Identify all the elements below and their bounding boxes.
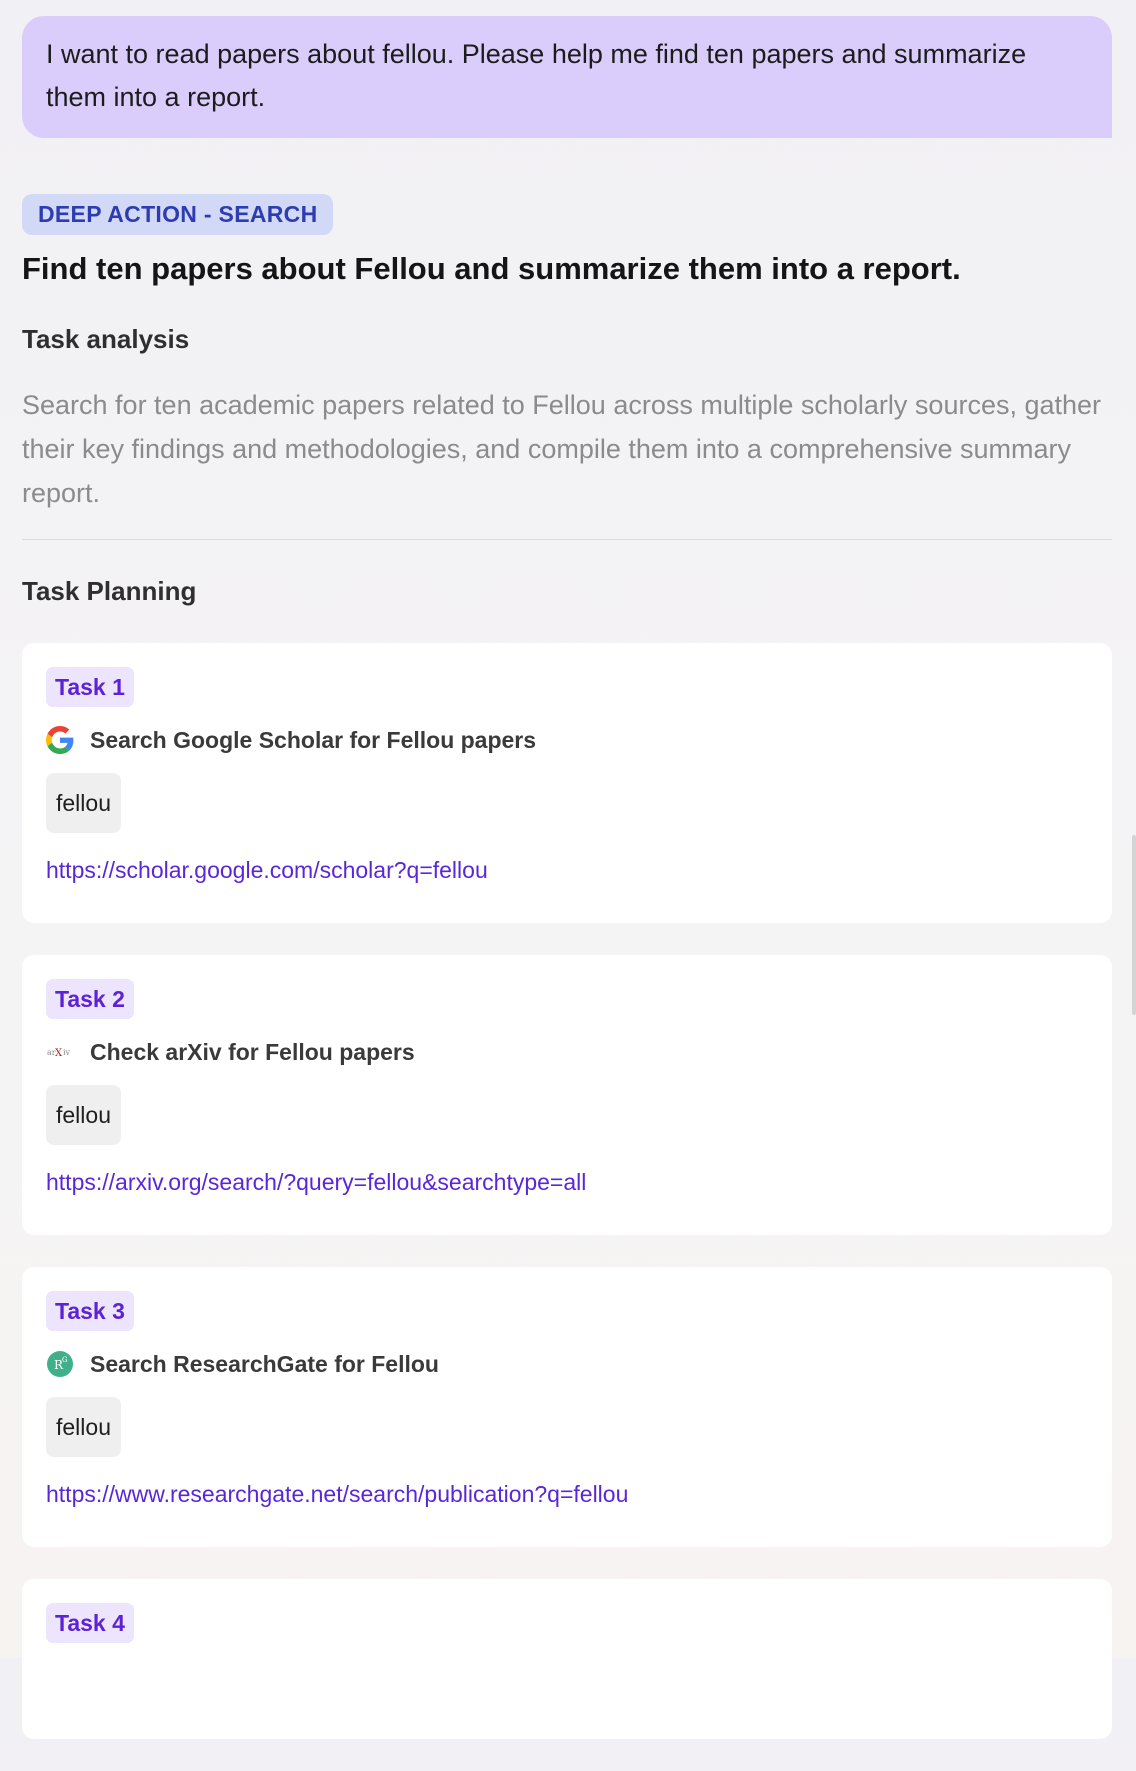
task-url-link[interactable]: https://www.researchgate.net/search/publ… [46, 1479, 1088, 1509]
task-header: R G Search ResearchGate for Fellou [46, 1347, 1088, 1381]
google-icon [46, 726, 74, 754]
query-chip: fellou [46, 1397, 121, 1457]
task-card-4[interactable]: Task 4 [22, 1579, 1112, 1739]
task-card-1[interactable]: Task 1 Search Google Scholar for Fellou … [22, 643, 1112, 923]
task-analysis-text: Search for ten academic papers related t… [22, 390, 1102, 508]
task-badge: Task 2 [46, 979, 134, 1019]
scrollbar-thumb[interactable] [1132, 835, 1136, 1015]
chat-container: I want to read papers about fellou. Plea… [22, 16, 1112, 1771]
user-message-bubble: I want to read papers about fellou. Plea… [22, 16, 1112, 138]
task-name: Search ResearchGate for Fellou [90, 1350, 439, 1377]
svg-text:G: G [62, 1356, 68, 1364]
svg-text:iv: iv [63, 1048, 71, 1057]
task-name: Check arXiv for Fellou papers [90, 1038, 415, 1065]
task-badge: Task 3 [46, 1291, 134, 1331]
arxiv-icon: ar X iv [46, 1038, 74, 1066]
query-chip: fellou [46, 773, 121, 833]
task-list: Task 1 Search Google Scholar for Fellou … [22, 643, 1112, 1739]
task-badge: Task 4 [46, 1603, 134, 1643]
divider [22, 539, 1112, 540]
svg-text:X: X [55, 1048, 63, 1059]
deep-action-title: Find ten papers about Fellou and summari… [22, 251, 961, 286]
researchgate-icon: R G [46, 1350, 74, 1378]
task-analysis-heading: Task analysis [22, 324, 190, 354]
deep-action-badge: DEEP ACTION - SEARCH [22, 194, 334, 235]
task-badge: Task 1 [46, 667, 134, 707]
task-planning-heading: Task Planning [22, 576, 197, 606]
query-chip: fellou [46, 1085, 121, 1145]
task-card-3[interactable]: Task 3 R G Search ResearchGate for Fello… [22, 1267, 1112, 1547]
task-url-link[interactable]: https://scholar.google.com/scholar?q=fel… [46, 855, 1088, 885]
task-header: Search Google Scholar for Fellou papers [46, 723, 1088, 757]
task-name: Search Google Scholar for Fellou papers [90, 726, 537, 753]
task-header: ar X iv Check arXiv for Fellou papers [46, 1035, 1088, 1069]
task-card-2[interactable]: Task 2 ar X iv Check arXiv for Fellou pa… [22, 955, 1112, 1235]
task-url-link[interactable]: https://arxiv.org/search/?query=fellou&s… [46, 1167, 1088, 1197]
